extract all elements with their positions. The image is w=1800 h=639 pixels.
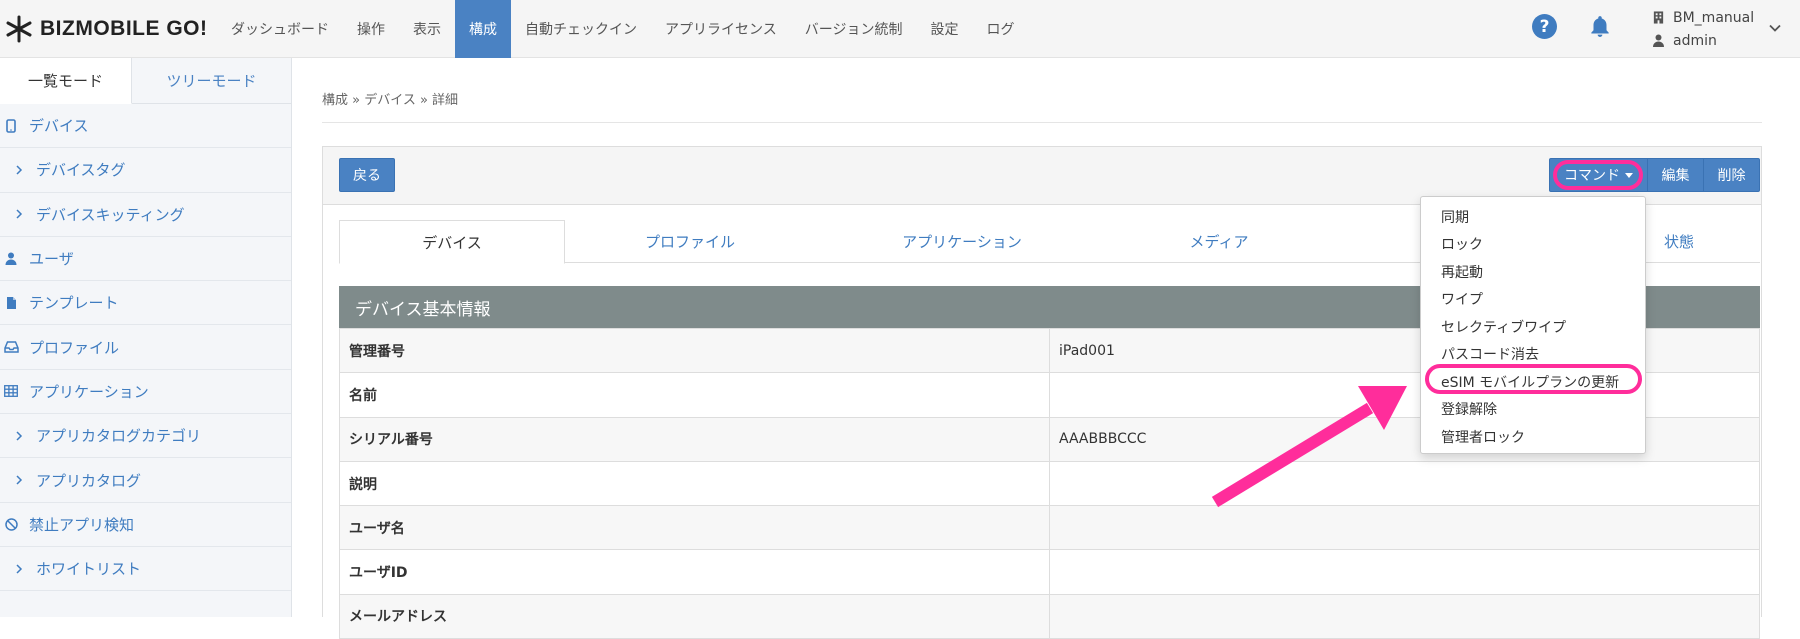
sidebar: 一覧モード ツリーモード デバイス デバイスタグ デバイスキッティング ユーザ … <box>0 58 292 617</box>
menu-item-selective-wipe[interactable]: セレクティブワイプ <box>1421 313 1645 341</box>
building-icon <box>1653 11 1664 24</box>
sidebar-item-whitelist[interactable]: ホワイトリスト <box>0 547 291 592</box>
sidebar-item-label: アプリカタログ <box>36 471 142 490</box>
sidebar-item-label: テンプレート <box>29 294 119 313</box>
chevron-right-icon <box>16 564 23 574</box>
table-row: ユーザ名 <box>339 505 1760 551</box>
field-label: 管理番号 <box>339 327 1050 374</box>
ban-icon <box>4 518 18 531</box>
menu-item-sync[interactable]: 同期 <box>1421 203 1645 231</box>
sidebar-item-template[interactable]: テンプレート <box>0 281 291 326</box>
sidebar-item-label: 禁止アプリ検知 <box>29 515 135 534</box>
nav-version-control[interactable]: バージョン統制 <box>791 0 917 58</box>
breadcrumb: 構成 » デバイス » 詳細 <box>322 93 459 108</box>
table-row: ユーザID <box>339 549 1760 595</box>
nav-settings[interactable]: 設定 <box>916 0 972 58</box>
tab-tree-mode[interactable]: ツリーモード <box>132 58 291 104</box>
menu-item-unenroll[interactable]: 登録解除 <box>1421 396 1645 424</box>
sidebar-item-label: アプリケーション <box>29 382 149 401</box>
field-label: 説明 <box>339 460 1050 507</box>
sidebar-item-app-catalog[interactable]: アプリカタログ <box>0 458 291 503</box>
inbox-icon <box>3 341 19 353</box>
org-line: BM_manual <box>1652 6 1772 29</box>
esim-highlight-ring <box>1425 364 1642 394</box>
chevron-right-icon <box>16 165 23 175</box>
sidebar-item-label: プロファイル <box>29 338 120 357</box>
nav-dashboard[interactable]: ダッシュボード <box>217 0 343 58</box>
tab-application[interactable]: アプリケーション <box>815 220 1109 263</box>
asterisk-logo-icon <box>6 15 32 43</box>
sidebar-item-app-catalog-category[interactable]: アプリカタログカテゴリ <box>0 414 291 459</box>
edit-button[interactable]: 編集 <box>1647 158 1704 192</box>
sidebar-item-device-tag[interactable]: デバイスタグ <box>0 148 291 193</box>
main-nav: ダッシュボード 操作 表示 構成 自動チェックイン アプリライセンス バージョン… <box>217 0 1028 58</box>
annotation-arrow-icon <box>1211 386 1407 508</box>
brand-name: BIZMOBILE GO! <box>40 17 208 40</box>
nav-log[interactable]: ログ <box>972 0 1028 58</box>
nav-configuration[interactable]: 構成 <box>455 0 511 58</box>
user-icon <box>1653 34 1664 47</box>
chevron-right-icon <box>16 209 23 219</box>
chevron-right-icon <box>16 431 23 441</box>
sidebar-list: デバイス デバイスタグ デバイスキッティング ユーザ テンプレート プロファイル… <box>0 104 291 592</box>
nav-app-license[interactable]: アプリライセンス <box>651 0 791 58</box>
tablet-icon <box>6 118 16 133</box>
menu-item-restart[interactable]: 再起動 <box>1421 258 1645 286</box>
tab-profile[interactable]: プロファイル <box>565 220 815 263</box>
field-label: シリアル番号 <box>339 416 1050 462</box>
command-dropdown-menu: 同期 ロック 再起動 ワイプ セレクティブワイプ パスコード消去 eSIM モバ… <box>1420 196 1646 454</box>
top-navbar: BIZMOBILE GO! ダッシュボード 操作 表示 構成 自動チェックイン … <box>0 0 1800 58</box>
grid-icon <box>4 385 18 398</box>
nav-display[interactable]: 表示 <box>399 0 455 58</box>
brand-logo[interactable]: BIZMOBILE GO! <box>4 12 208 46</box>
nav-operation[interactable]: 操作 <box>343 0 399 58</box>
bell-icon[interactable] <box>1587 14 1613 40</box>
delete-button[interactable]: 削除 <box>1703 158 1760 192</box>
field-value <box>1049 593 1760 639</box>
user-name: admin <box>1673 32 1717 49</box>
field-value: iPad001 <box>1049 327 1760 374</box>
sidebar-item-device[interactable]: デバイス <box>0 104 291 149</box>
sidebar-item-banned-app-detection[interactable]: 禁止アプリ検知 <box>0 503 291 547</box>
sidebar-item-label: アプリカタログカテゴリ <box>36 427 202 446</box>
sidebar-item-label: ユーザ <box>29 250 74 269</box>
field-label: メールアドレス <box>339 593 1050 639</box>
menu-item-admin-lock[interactable]: 管理者ロック <box>1421 423 1645 451</box>
field-label: ユーザID <box>339 549 1050 595</box>
menu-item-wipe[interactable]: ワイプ <box>1421 286 1645 314</box>
field-label: 名前 <box>339 372 1050 418</box>
user-line: admin <box>1652 29 1772 52</box>
command-highlight-ring <box>1553 160 1643 190</box>
org-name: BM_manual <box>1673 9 1755 26</box>
field-label: ユーザ名 <box>339 505 1050 551</box>
sidebar-item-device-kitting[interactable]: デバイスキッティング <box>0 193 291 237</box>
nav-auto-checkin[interactable]: 自動チェックイン <box>511 0 651 58</box>
table-row: メールアドレス <box>339 593 1760 639</box>
tab-list-mode[interactable]: 一覧モード <box>0 58 132 104</box>
breadcrumb-divider <box>322 122 1762 123</box>
sidebar-item-label: デバイスキッティング <box>36 205 185 224</box>
chevron-down-icon[interactable] <box>1768 21 1782 35</box>
sidebar-item-label: デバイスタグ <box>36 161 126 180</box>
user-icon <box>5 252 17 266</box>
menu-item-lock[interactable]: ロック <box>1421 231 1645 259</box>
sidebar-item-application[interactable]: アプリケーション <box>0 370 291 415</box>
back-button[interactable]: 戻る <box>339 158 395 192</box>
file-icon <box>6 296 16 309</box>
sidebar-item-profile[interactable]: プロファイル <box>0 325 291 370</box>
field-value <box>1049 549 1760 595</box>
user-menu[interactable]: BM_manual admin <box>1652 6 1772 52</box>
tab-media[interactable]: メディア <box>1109 220 1329 263</box>
sidebar-mode-tabs: 一覧モード ツリーモード <box>0 58 291 104</box>
chevron-right-icon <box>16 475 23 485</box>
sidebar-item-user[interactable]: ユーザ <box>0 237 291 282</box>
table-row: 説明 <box>339 460 1760 507</box>
sidebar-item-label: デバイス <box>29 117 89 136</box>
sidebar-item-label: ホワイトリスト <box>36 560 142 579</box>
tab-device[interactable]: デバイス <box>339 220 565 264</box>
help-icon[interactable]: ? <box>1532 14 1557 39</box>
